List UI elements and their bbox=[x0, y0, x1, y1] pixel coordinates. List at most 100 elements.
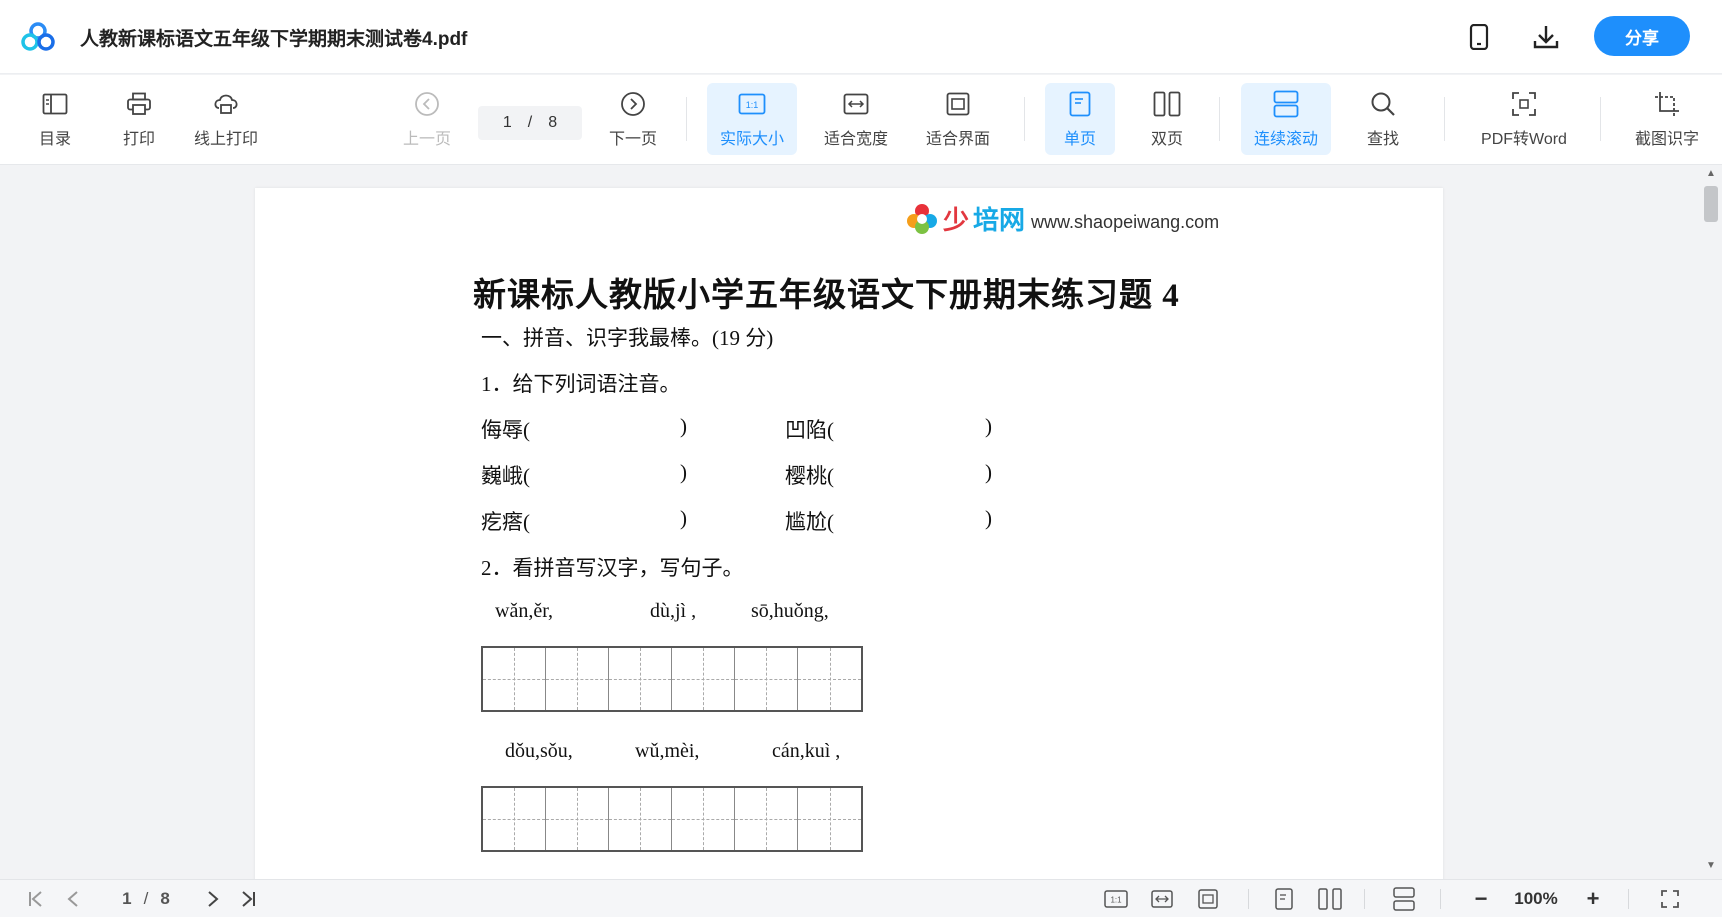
zoom-level: 100% bbox=[1514, 889, 1558, 908]
actual-size-icon: 1:1 bbox=[737, 89, 767, 119]
search-icon bbox=[1368, 89, 1398, 119]
toc-button[interactable]: 目录 bbox=[30, 83, 80, 155]
vertical-scrollbar[interactable]: ▲ ▼ bbox=[1700, 166, 1722, 879]
ocr-button[interactable]: 截图识字 bbox=[1624, 83, 1710, 155]
pinyin-item: dù,jì , bbox=[650, 600, 697, 622]
continuous-scroll-button[interactable]: 连续滚动 bbox=[1241, 83, 1331, 155]
pinyin-item: dǒu,sǒu, bbox=[505, 740, 573, 762]
bottom-total-pages: 8 bbox=[160, 889, 170, 908]
word-item: 凹陷( bbox=[785, 418, 834, 442]
find-label: 查找 bbox=[1366, 131, 1399, 148]
word-bracket-close: ) bbox=[680, 506, 687, 530]
app-logo-icon bbox=[20, 22, 56, 52]
scroll-up-icon[interactable]: ▲ bbox=[1706, 168, 1716, 179]
find-button[interactable]: 查找 bbox=[1356, 83, 1410, 155]
last-page-icon[interactable] bbox=[236, 886, 260, 912]
watermark-brand-1: 少 bbox=[943, 206, 970, 236]
fullscreen-icon[interactable] bbox=[1656, 886, 1684, 912]
total-pages: 8 bbox=[548, 114, 558, 131]
continuous-scroll-label: 连续滚动 bbox=[1253, 131, 1318, 148]
fit-width-small-icon[interactable] bbox=[1148, 886, 1176, 912]
cloud-print-icon bbox=[211, 89, 241, 119]
scroll-down-icon[interactable]: ▼ bbox=[1706, 860, 1716, 871]
pinyin-item: cán,kuì , bbox=[772, 740, 841, 762]
pinyin-item: wǎn,ěr, bbox=[495, 600, 554, 622]
writing-grid bbox=[481, 646, 863, 712]
word-bracket-close: ) bbox=[985, 414, 992, 438]
bottom-status-bar: 1 / 8 1:1 − 100% + bbox=[0, 879, 1722, 917]
zoom-in-button[interactable]: + bbox=[1580, 886, 1606, 912]
svg-text:1:1: 1:1 bbox=[1110, 896, 1122, 905]
printer-icon bbox=[124, 89, 154, 119]
online-print-label: 线上打印 bbox=[193, 131, 258, 148]
phone-icon[interactable] bbox=[1464, 22, 1494, 52]
prev-page-button[interactable]: 上一页 bbox=[398, 83, 456, 155]
bottom-current-page: 1 bbox=[122, 889, 132, 908]
page-indicator[interactable]: 1 / 8 bbox=[106, 886, 186, 912]
fit-screen-small-icon[interactable] bbox=[1194, 886, 1222, 912]
prev-page-icon[interactable] bbox=[62, 886, 84, 912]
flower-logo-icon bbox=[907, 203, 937, 234]
single-page-button[interactable]: 单页 bbox=[1045, 83, 1115, 155]
current-page: 1 bbox=[502, 114, 512, 131]
writing-grid bbox=[481, 786, 863, 852]
single-page-small-icon[interactable] bbox=[1270, 886, 1298, 912]
page-number-box[interactable]: 1 / 8 bbox=[478, 106, 582, 140]
word-item: 巍峨( bbox=[481, 464, 530, 488]
print-label: 打印 bbox=[122, 131, 155, 148]
print-button[interactable]: 打印 bbox=[114, 83, 164, 155]
bottom-divider bbox=[1440, 889, 1441, 909]
pinyin-item: wǔ,mèi, bbox=[635, 740, 700, 762]
viewer-toolbar: 目录 打印 线上打印 上一页 1 / 8 下一页 1:1 实际大小 适合宽度 适… bbox=[0, 75, 1722, 165]
continuous-scroll-small-icon[interactable] bbox=[1390, 886, 1418, 912]
double-page-label: 双页 bbox=[1150, 131, 1183, 148]
question-1: 1．给下列词语注音。 bbox=[481, 372, 681, 396]
word-item: 疙瘩( bbox=[481, 510, 530, 534]
fit-screen-label: 适合界面 bbox=[925, 131, 990, 148]
toolbar-divider bbox=[686, 97, 687, 141]
word-bracket-close: ) bbox=[985, 506, 992, 530]
actual-size-button[interactable]: 1:1 实际大小 bbox=[707, 83, 797, 155]
scrollbar-thumb[interactable] bbox=[1704, 186, 1718, 222]
bottom-divider bbox=[1628, 889, 1629, 909]
word-item: 尴尬( bbox=[785, 510, 834, 534]
actual-size-label: 实际大小 bbox=[719, 131, 784, 148]
watermark-brand-2: 培网 bbox=[973, 206, 1026, 236]
double-page-button[interactable]: 双页 bbox=[1132, 83, 1202, 155]
download-icon[interactable] bbox=[1531, 22, 1561, 52]
share-button[interactable]: 分享 bbox=[1594, 16, 1690, 56]
pdf-page: 少 培网 www.shaopeiwang.com 新课标人教版小学五年级语文下册… bbox=[255, 188, 1443, 879]
fit-width-button[interactable]: 适合宽度 bbox=[818, 83, 894, 155]
watermark: 少 培网 www.shaopeiwang.com bbox=[905, 200, 1219, 237]
chevron-left-circle-icon bbox=[412, 89, 442, 119]
online-print-button[interactable]: 线上打印 bbox=[186, 83, 266, 155]
first-page-icon[interactable] bbox=[24, 886, 48, 912]
word-item: 樱桃( bbox=[785, 464, 834, 488]
pinyin-item: sō,huǒng, bbox=[751, 600, 829, 622]
toolbar-divider bbox=[1219, 97, 1220, 141]
toc-label: 目录 bbox=[38, 131, 71, 148]
document-viewer[interactable]: 少 培网 www.shaopeiwang.com 新课标人教版小学五年级语文下册… bbox=[0, 166, 1700, 879]
next-page-icon[interactable] bbox=[202, 886, 224, 912]
chevron-right-circle-icon bbox=[618, 89, 648, 119]
bottom-divider bbox=[1248, 889, 1249, 909]
actual-size-small-icon[interactable]: 1:1 bbox=[1102, 886, 1130, 912]
watermark-site: www.shaopeiwang.com bbox=[1031, 212, 1220, 232]
zoom-out-button[interactable]: − bbox=[1468, 886, 1494, 912]
double-page-icon bbox=[1152, 89, 1182, 119]
continuous-scroll-icon bbox=[1271, 89, 1301, 119]
toolbar-divider bbox=[1444, 97, 1445, 141]
bottom-page-separator: / bbox=[143, 889, 149, 908]
bottom-divider bbox=[1364, 889, 1365, 909]
svg-text:1:1: 1:1 bbox=[746, 100, 759, 110]
double-page-small-icon[interactable] bbox=[1316, 886, 1344, 912]
word-bracket-close: ) bbox=[680, 414, 687, 438]
fit-width-icon bbox=[841, 89, 871, 119]
pdf-to-word-button[interactable]: PDF转Word bbox=[1472, 83, 1576, 155]
toolbar-divider bbox=[1024, 97, 1025, 141]
fit-screen-button[interactable]: 适合界面 bbox=[920, 83, 996, 155]
prev-page-label: 上一页 bbox=[402, 131, 451, 148]
section-heading: 一、拼音、识字我最棒。(19 分) bbox=[481, 326, 774, 350]
document-title: 人教新课标语文五年级下学期期末测试卷4.pdf bbox=[80, 29, 468, 50]
next-page-button[interactable]: 下一页 bbox=[604, 83, 662, 155]
